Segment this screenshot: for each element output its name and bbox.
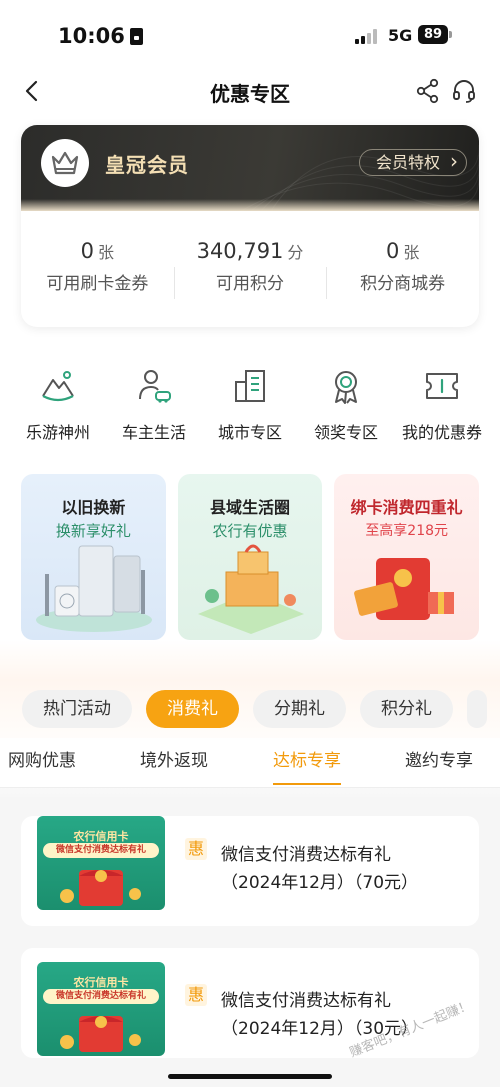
crown-avatar: [41, 139, 89, 187]
stat-unit: 分: [287, 243, 304, 262]
customer-service-icon[interactable]: [451, 78, 477, 104]
battery-icon: 89: [418, 25, 452, 44]
coupon-icon: [426, 373, 458, 399]
city-building-icon: [235, 370, 265, 402]
activity-detail: （2024年12月）（70元）: [221, 873, 419, 893]
stat-mall-coupons[interactable]: 0张 积分商城券: [326, 239, 479, 309]
category-pills: 热门活动 消费礼 分期礼 积分礼: [22, 690, 500, 730]
nav-bar: 优惠专区: [0, 70, 500, 114]
entry-label: 车主生活: [121, 423, 186, 442]
gift-box-illustration: [197, 544, 304, 634]
entry-my-coupons[interactable]: 我的优惠券: [394, 366, 490, 443]
member-tier: 皇冠会员: [105, 153, 189, 177]
id-card-icon: [129, 28, 143, 45]
pill-points-gifts[interactable]: 积分礼: [360, 690, 453, 728]
tab-target-exclusive[interactable]: 达标专享: [273, 746, 341, 785]
member-card: 皇冠会员 会员特权 0张 可用刷卡金券 340,791分 可用积分 0张 积分商…: [21, 125, 479, 327]
pill-consumption-gifts[interactable]: 消费礼: [146, 690, 239, 728]
stat-unit: 张: [98, 243, 115, 262]
member-card-header: 皇冠会员 会员特权: [21, 125, 479, 211]
entry-label: 城市专区: [217, 423, 282, 442]
stat-value: 0: [385, 239, 400, 263]
tab-invitation-exclusive[interactable]: 邀约专享: [405, 746, 473, 771]
entry-travel[interactable]: 乐游神州: [10, 366, 106, 443]
network-label: 5G: [388, 26, 413, 45]
pill-hot-activities[interactable]: 热门活动: [22, 690, 132, 728]
entry-city[interactable]: 城市专区: [202, 366, 298, 443]
activity-thumbnail: 农行信用卡 微信支付消费达标有礼: [37, 816, 165, 910]
status-time-text: 10:06: [58, 24, 125, 48]
activity-item[interactable]: 农行信用卡 微信支付消费达标有礼 惠 微信支付消费达标有礼 （2024年12月）…: [21, 948, 479, 1058]
red-envelope-illustration: [354, 558, 455, 620]
promo-banners: 以旧换新 换新享好礼 县域生活圈 农行有优惠 绑卡消费四重礼 至高享218元: [21, 474, 480, 640]
discount-badge: 惠: [185, 838, 207, 860]
stat-card-vouchers[interactable]: 0张 可用刷卡金券: [21, 239, 174, 309]
tab-online-shopping[interactable]: 网购优惠: [8, 746, 76, 771]
member-stats: 0张 可用刷卡金券 340,791 分 可用积分 0张 积分商城券: [21, 239, 479, 309]
quick-entries: 乐游神州 车主生活 城市专区 领奖专区 我的优惠券: [10, 366, 490, 443]
stat-points[interactable]: 340,791 分 可用积分: [173, 239, 327, 309]
entry-awards[interactable]: 领奖专区: [298, 366, 394, 443]
stat-value: 340,791: [196, 239, 284, 263]
sub-tabs: 网购优惠 境外返现 达标专享 邀约专享: [0, 738, 500, 788]
stat-label: 可用积分: [216, 274, 284, 294]
appliances-illustration: [36, 545, 152, 632]
pill-more[interactable]: [467, 690, 487, 728]
activity-title: 微信支付消费达标有礼: [221, 991, 391, 1011]
status-time: 10:06: [58, 24, 143, 48]
car-owner-icon: [139, 370, 171, 403]
banner-card-binding[interactable]: 绑卡消费四重礼 至高享218元: [334, 474, 480, 640]
signal-icon: [355, 28, 379, 44]
stat-value: 0: [80, 239, 95, 263]
gift-bag-illustration: [60, 870, 141, 906]
mountain-travel-icon: [42, 371, 74, 402]
pill-installment-gifts[interactable]: 分期礼: [253, 690, 346, 728]
banner-county-life[interactable]: 县域生活圈 农行有优惠: [177, 474, 323, 640]
home-indicator[interactable]: [168, 1074, 332, 1079]
status-bar: 10:06 5G 89: [0, 0, 500, 70]
activity-thumbnail: 农行信用卡 微信支付消费达标有礼: [37, 962, 165, 1056]
stat-label: 可用刷卡金券: [46, 274, 149, 294]
entry-car-owner[interactable]: 车主生活: [106, 366, 202, 443]
activity-title: 微信支付消费达标有礼: [221, 845, 391, 865]
stat-label: 积分商城券: [360, 274, 446, 294]
share-icon[interactable]: [415, 78, 441, 104]
award-medal-icon: [335, 371, 357, 404]
tab-overseas-cashback[interactable]: 境外返现: [140, 746, 208, 771]
banner-trade-in[interactable]: 以旧换新 换新享好礼: [21, 474, 166, 640]
entry-label: 我的优惠券: [401, 423, 482, 442]
gift-bag-illustration: [60, 1016, 141, 1052]
discount-badge: 惠: [185, 984, 207, 1006]
entry-label: 乐游神州: [25, 423, 90, 442]
stat-unit: 张: [403, 243, 420, 262]
crown-icon: [51, 151, 79, 175]
member-perks-button[interactable]: 会员特权: [359, 149, 468, 176]
entry-label: 领奖专区: [313, 423, 378, 442]
activity-item[interactable]: 农行信用卡 微信支付消费达标有礼 惠 微信支付消费达标有礼 （2024年12月）…: [21, 816, 479, 926]
